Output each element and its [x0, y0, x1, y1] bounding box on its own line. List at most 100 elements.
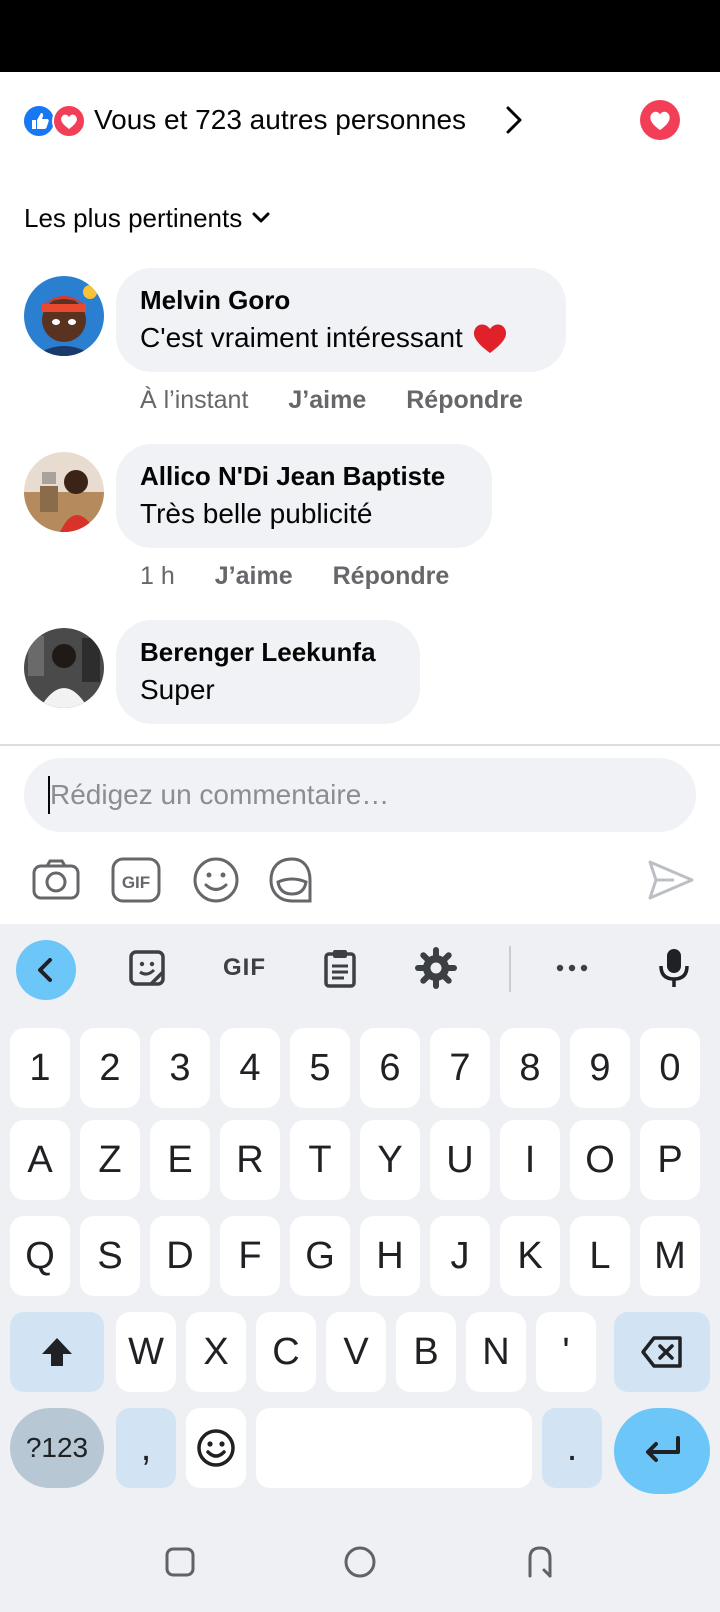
- backspace-icon: [641, 1336, 682, 1368]
- key-i[interactable]: I: [500, 1120, 560, 1200]
- back-icon[interactable]: [520, 1542, 560, 1582]
- shift-key[interactable]: [10, 1312, 104, 1392]
- key-8[interactable]: 8: [500, 1028, 560, 1108]
- comment-composer[interactable]: [24, 758, 696, 832]
- key-w[interactable]: W: [116, 1312, 176, 1392]
- key-u[interactable]: U: [430, 1120, 490, 1200]
- key-5[interactable]: 5: [290, 1028, 350, 1108]
- reactions-summary[interactable]: Vous et 723 autres personnes: [94, 102, 466, 138]
- emoji-icon: [197, 1429, 235, 1467]
- avatar[interactable]: [24, 452, 104, 532]
- clipboard-icon[interactable]: [318, 946, 362, 990]
- recent-apps-icon[interactable]: [160, 1542, 200, 1582]
- home-icon[interactable]: [340, 1542, 380, 1582]
- avatar[interactable]: [24, 628, 104, 708]
- reaction-icons: [22, 104, 88, 138]
- reply-comment-button[interactable]: Répondre: [333, 560, 450, 592]
- composer-toolbar: GIF: [0, 848, 720, 912]
- like-reaction-icon: [22, 104, 56, 138]
- reactions-row[interactable]: Vous et 723 autres personnes: [0, 72, 720, 168]
- more-options-icon[interactable]: [550, 946, 594, 990]
- send-icon[interactable]: [644, 854, 696, 906]
- sticker-icon[interactable]: [125, 946, 169, 990]
- toolbar-separator: [509, 946, 511, 992]
- comment-author[interactable]: Berenger Leekunfa: [140, 636, 396, 668]
- comment-bubble[interactable]: Berenger Leekunfa Super: [116, 620, 420, 724]
- avatar[interactable]: [24, 276, 104, 356]
- love-button-icon[interactable]: [640, 100, 680, 140]
- comma-key[interactable]: ,: [116, 1408, 176, 1488]
- key-1[interactable]: 1: [10, 1028, 70, 1108]
- shift-arrow-icon: [42, 1338, 72, 1366]
- svg-text:GIF: GIF: [122, 873, 150, 892]
- space-key[interactable]: [256, 1408, 532, 1488]
- divider: [0, 744, 720, 746]
- backspace-key[interactable]: [614, 1312, 710, 1392]
- camera-icon[interactable]: [30, 854, 82, 906]
- key-s[interactable]: S: [80, 1216, 140, 1296]
- comment-actions: 1 h J’aime Répondre: [140, 560, 449, 592]
- love-reaction-icon: [52, 104, 86, 138]
- emoji-key[interactable]: [186, 1408, 246, 1488]
- comment-input[interactable]: [50, 758, 670, 832]
- system-navigation-bar: [0, 1514, 720, 1612]
- key-m[interactable]: M: [640, 1216, 700, 1296]
- key-3[interactable]: 3: [150, 1028, 210, 1108]
- comment-timestamp: À l’instant: [140, 386, 249, 414]
- key-0[interactable]: 0: [640, 1028, 700, 1108]
- enter-arrow-icon: [646, 1436, 680, 1462]
- gear-icon[interactable]: [414, 946, 458, 990]
- keyboard-gif-button[interactable]: GIF: [223, 954, 266, 982]
- key-a[interactable]: A: [10, 1120, 70, 1200]
- key-2[interactable]: 2: [80, 1028, 140, 1108]
- key-x[interactable]: X: [186, 1312, 246, 1392]
- like-comment-button[interactable]: J’aime: [288, 384, 366, 416]
- reply-comment-button[interactable]: Répondre: [406, 384, 523, 416]
- key-f[interactable]: F: [220, 1216, 280, 1296]
- chevron-right-icon[interactable]: [502, 102, 528, 138]
- key-9[interactable]: 9: [570, 1028, 630, 1108]
- comment-text: Très belle publicité: [140, 498, 373, 529]
- on-screen-keyboard: GIF 1 2 3 4 5 6 7 8 9 0 A Z E R T Y U I …: [0, 924, 720, 1514]
- key-c[interactable]: C: [256, 1312, 316, 1392]
- enter-key[interactable]: [614, 1408, 710, 1494]
- comment-text-row: C'est vraiment intéressant: [140, 318, 542, 358]
- key-7[interactable]: 7: [430, 1028, 490, 1108]
- gif-icon[interactable]: GIF: [110, 854, 162, 906]
- comment-bubble[interactable]: Melvin Goro C'est vraiment intéressant: [116, 268, 566, 372]
- key-t[interactable]: T: [290, 1120, 350, 1200]
- emoji-icon[interactable]: [190, 854, 242, 906]
- key-j[interactable]: J: [430, 1216, 490, 1296]
- keyboard-toolbar: GIF: [0, 924, 720, 1014]
- key-apostrophe[interactable]: ': [536, 1312, 596, 1392]
- key-o[interactable]: O: [570, 1120, 630, 1200]
- key-z[interactable]: Z: [80, 1120, 140, 1200]
- key-r[interactable]: R: [220, 1120, 280, 1200]
- key-b[interactable]: B: [396, 1312, 456, 1392]
- key-g[interactable]: G: [290, 1216, 350, 1296]
- key-6[interactable]: 6: [360, 1028, 420, 1108]
- key-n[interactable]: N: [466, 1312, 526, 1392]
- key-l[interactable]: L: [570, 1216, 630, 1296]
- key-y[interactable]: Y: [360, 1120, 420, 1200]
- key-v[interactable]: V: [326, 1312, 386, 1392]
- comment-author[interactable]: Melvin Goro: [140, 284, 542, 316]
- key-q[interactable]: Q: [10, 1216, 70, 1296]
- key-h[interactable]: H: [360, 1216, 420, 1296]
- symbols-key[interactable]: ?123: [10, 1408, 104, 1488]
- key-d[interactable]: D: [150, 1216, 210, 1296]
- chevron-down-icon: [252, 212, 270, 223]
- microphone-icon[interactable]: [652, 946, 696, 990]
- sort-dropdown[interactable]: Les plus pertinents: [24, 200, 272, 236]
- period-key[interactable]: .: [542, 1408, 602, 1488]
- key-k[interactable]: K: [500, 1216, 560, 1296]
- comment-author[interactable]: Allico N'Di Jean Baptiste: [140, 460, 468, 492]
- key-p[interactable]: P: [640, 1120, 700, 1200]
- key-e[interactable]: E: [150, 1120, 210, 1200]
- keyboard-back-button[interactable]: [16, 940, 76, 1000]
- like-comment-button[interactable]: J’aime: [215, 560, 293, 592]
- comment-bubble[interactable]: Allico N'Di Jean Baptiste Très belle pub…: [116, 444, 492, 548]
- avatar-sticker-icon[interactable]: [266, 854, 318, 906]
- key-4[interactable]: 4: [220, 1028, 280, 1108]
- comment-text: C'est vraiment intéressant: [140, 322, 463, 353]
